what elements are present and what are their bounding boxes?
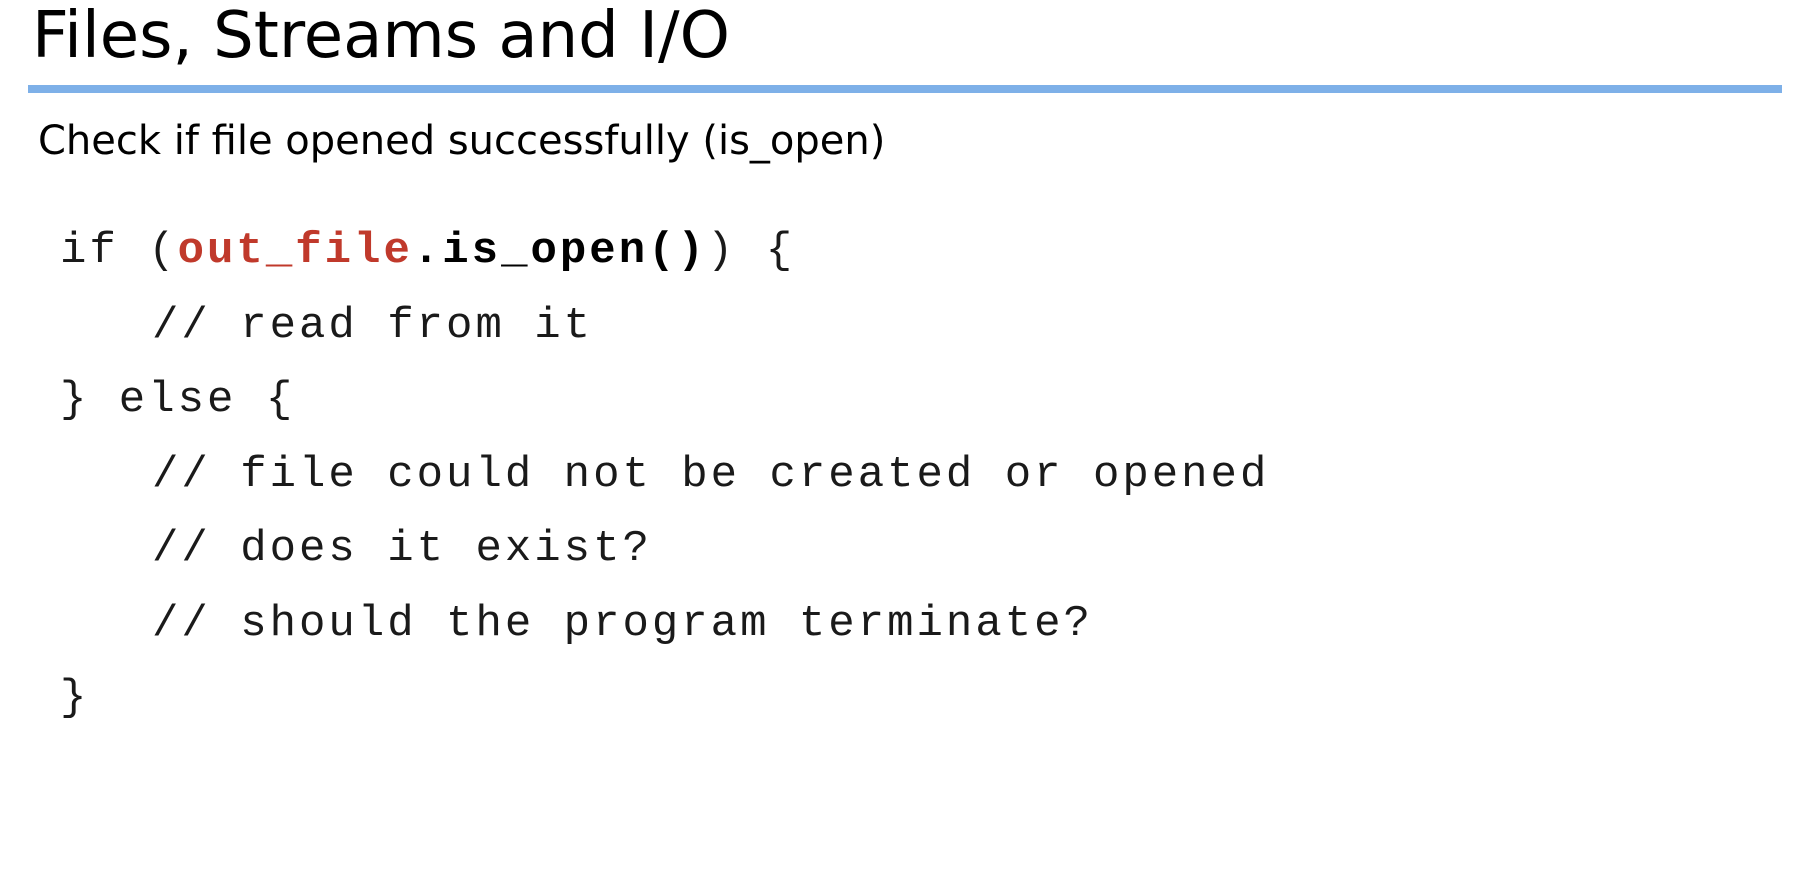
- code-comment: // read from it: [152, 300, 594, 351]
- slide-subtitle: Check if file opened successfully (is_op…: [38, 118, 886, 164]
- title-underline: [28, 85, 1782, 93]
- code-line-brace-close: }: [60, 669, 1269, 744]
- code-line-comment-read: // read from it: [60, 297, 1269, 372]
- code-block: if (out_file.is_open()) { // read from i…: [60, 222, 1269, 744]
- code-comment: // should the program terminate?: [152, 598, 1093, 649]
- code-line-if: if (out_file.is_open()) {: [60, 222, 1269, 297]
- slide-title: Files, Streams and I/O: [32, 0, 730, 73]
- code-line-else: } else {: [60, 371, 1269, 446]
- code-method-call: .is_open(): [412, 226, 707, 276]
- code-brace-close: }: [60, 673, 90, 723]
- code-keyword-if: if (: [60, 226, 178, 276]
- code-line-comment-exist: // does it exist?: [60, 520, 1269, 595]
- code-comment: // does it exist?: [152, 524, 652, 574]
- code-line-comment-not-opened: // file could not be created or opened: [60, 446, 1269, 521]
- code-line-comment-terminate: // should the program terminate?: [60, 595, 1269, 670]
- code-comment: // file could not be created or opened: [152, 449, 1270, 500]
- code-brace-open: ) {: [706, 226, 796, 276]
- code-else: } else {: [60, 375, 296, 425]
- code-object-name: out_file: [177, 226, 413, 276]
